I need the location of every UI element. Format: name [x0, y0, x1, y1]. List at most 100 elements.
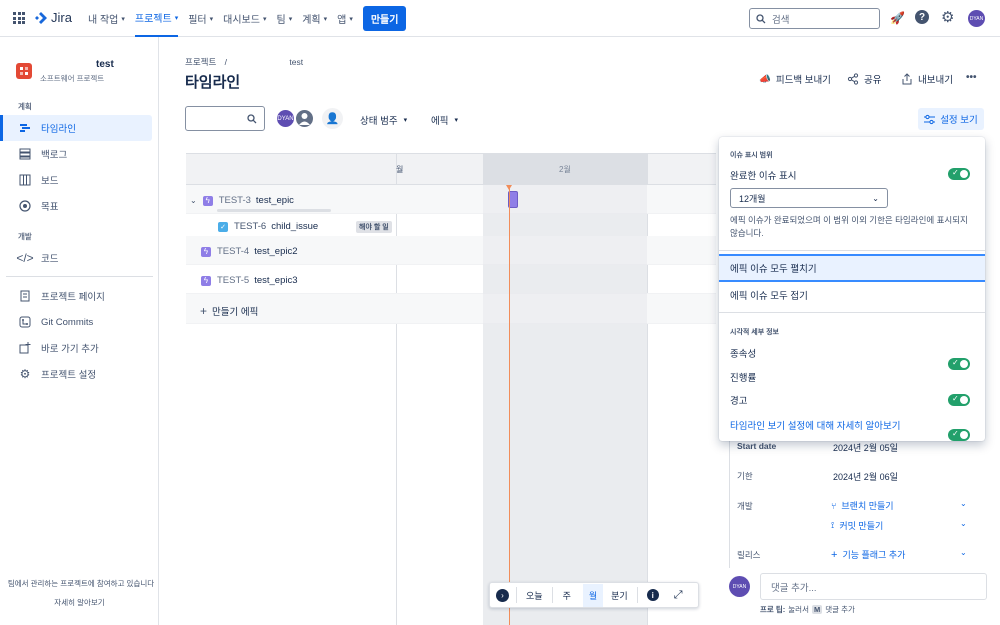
branch-icon: ⑂: [831, 500, 837, 511]
view-settings-button[interactable]: 설정 보기: [918, 108, 984, 130]
due-date-value[interactable]: 2024년 2월 06일: [833, 470, 898, 483]
create-commit-link[interactable]: ⟟ 커밋 만들기: [831, 519, 883, 532]
epic-icon: ϟ: [201, 275, 211, 286]
epic-row-test-4[interactable]: ϟ TEST-4 test_epic2: [201, 246, 298, 257]
more-actions-icon[interactable]: •••: [966, 72, 977, 83]
unassigned-avatar-filter[interactable]: [294, 108, 315, 129]
nav-apps[interactable]: 앱 ▾: [337, 0, 353, 37]
avatar-filter[interactable]: DYAN: [275, 108, 296, 129]
learn-more-link[interactable]: 타임라인 보기 설정에 대해 자세히 알아보기: [730, 418, 901, 432]
add-people-icon[interactable]: 👤: [322, 108, 343, 129]
view-settings-panel: 이슈 표시 범위 완료한 이슈 표시 ✓ 12개월 ⌄ 에픽 이슈가 완료되었으…: [719, 137, 985, 441]
nav-my-work[interactable]: 내 작업 ▾: [88, 0, 125, 37]
issue-key[interactable]: TEST-4: [217, 246, 249, 257]
chevron-down-icon[interactable]: ⌄: [960, 519, 967, 528]
issue-summary[interactable]: test_epic: [256, 195, 294, 206]
settings-icon: ⚙: [19, 367, 31, 381]
status-category-filter[interactable]: 상태 범주 ▾: [360, 113, 407, 127]
nav-teams[interactable]: 팀 ▾: [276, 0, 292, 37]
chevron-down-icon[interactable]: ⌄: [960, 548, 967, 557]
help-icon[interactable]: ?: [915, 10, 929, 24]
nav-filters[interactable]: 필터 ▾: [188, 0, 213, 37]
sidebar-item-add-shortcut[interactable]: 바로 가기 추가: [0, 335, 159, 361]
sidebar-item-project-pages[interactable]: 프로젝트 페이지: [0, 283, 159, 309]
section-plan: 계획: [18, 101, 32, 111]
project-name[interactable]: test: [96, 59, 114, 70]
sidebar-item-board[interactable]: 보드: [0, 167, 159, 193]
issue-key[interactable]: TEST-6: [234, 221, 266, 232]
breadcrumb-projects[interactable]: 프로젝트: [185, 57, 216, 67]
fullscreen-icon[interactable]: ⤢: [674, 589, 683, 602]
collapse-all-epics-option[interactable]: 에픽 이슈 모두 접기: [719, 283, 985, 307]
development-label: 개발: [737, 501, 753, 511]
notifications-icon[interactable]: 🚀: [890, 11, 905, 25]
month-button[interactable]: 월: [582, 583, 604, 607]
dependencies-toggle[interactable]: ✓: [948, 358, 970, 370]
sidebar-item-project-settings[interactable]: ⚙ 프로젝트 설정: [0, 361, 159, 387]
sidebar-item-timeline[interactable]: 타임라인: [0, 115, 152, 141]
chevron-right-icon[interactable]: ›: [496, 588, 509, 602]
sidebar-item-backlog[interactable]: 백로그: [0, 141, 159, 167]
feedback-button[interactable]: 📣 피드백 보내기: [759, 72, 831, 87]
megaphone-icon: 📣: [759, 73, 771, 85]
issue-summary[interactable]: test_epic2: [254, 246, 297, 257]
issue-key[interactable]: TEST-5: [217, 275, 249, 286]
export-button[interactable]: 내보내기: [901, 72, 953, 86]
search-input[interactable]: 검색: [749, 8, 880, 29]
epic-row-test-3[interactable]: ⌄ ϟ TEST-3 test_epic: [190, 195, 294, 206]
create-button[interactable]: 만들기: [362, 6, 407, 31]
week-button[interactable]: 주: [563, 589, 571, 602]
expand-all-epics-option[interactable]: 에픽 이슈 모두 펼치기: [719, 254, 985, 282]
sidebar-item-git-commits[interactable]: Git Commits: [0, 309, 159, 335]
timeline-icon: [18, 121, 32, 135]
nav-dashboards[interactable]: 대시보드 ▾: [223, 0, 266, 37]
add-feature-flag-link[interactable]: + 기능 플래그 추가: [831, 548, 905, 561]
today-button[interactable]: 오늘: [526, 589, 543, 602]
sliders-icon: [924, 114, 936, 124]
avatar[interactable]: DYAN: [968, 10, 985, 27]
progress-toggle[interactable]: ✓: [948, 394, 970, 406]
comment-input[interactable]: 댓글 추가...: [760, 573, 987, 600]
chevron-down-icon: ▾: [174, 14, 179, 22]
sidebar-item-code[interactable]: </> 코드: [0, 245, 159, 271]
range-select[interactable]: 12개월 ⌄: [730, 188, 888, 208]
start-date-value[interactable]: 2024년 2월 05일: [833, 441, 898, 454]
breadcrumb-project[interactable]: test: [289, 57, 303, 67]
app-name: Jira: [51, 10, 72, 25]
chevron-down-icon[interactable]: ⌄: [960, 499, 967, 508]
person-icon: [299, 113, 310, 125]
create-branch-link[interactable]: ⑂ 브랜치 만들기: [831, 499, 894, 512]
backlog-icon: [18, 147, 32, 161]
show-completed-toggle[interactable]: ✓: [948, 168, 970, 180]
issue-summary[interactable]: test_epic3: [254, 275, 297, 286]
progress-label: 진행률: [730, 373, 757, 384]
breadcrumb: 프로젝트 / test: [185, 57, 304, 67]
status-badge[interactable]: 해야 할 일: [356, 221, 392, 233]
sidebar-footer-link[interactable]: 자세히 알아보기: [0, 597, 159, 608]
quarter-button[interactable]: 분기: [611, 589, 628, 602]
epic-filter[interactable]: 에픽 ▾: [431, 113, 458, 127]
nav-projects[interactable]: 프로젝트 ▾: [134, 0, 179, 37]
jira-logo-icon: [35, 11, 47, 24]
search-icon: [247, 113, 257, 123]
sidebar-item-goals[interactable]: 목표: [0, 193, 159, 219]
create-epic-button[interactable]: + 만들기 에픽: [200, 304, 258, 318]
issue-summary[interactable]: child_issue: [271, 221, 318, 232]
info-icon[interactable]: i: [646, 589, 659, 601]
epic-row-test-5[interactable]: ϟ TEST-5 test_epic3: [201, 275, 298, 286]
child-row-test-6[interactable]: ✓ TEST-6 child_issue: [218, 221, 318, 232]
gear-icon[interactable]: ⚙: [941, 8, 954, 26]
range-help-text: 에픽 이슈가 완료되었으며 이 범위 이외 기한은 타임라인에 표시되지 않습니…: [730, 215, 968, 238]
chevron-down-icon[interactable]: ⌄: [190, 196, 197, 205]
share-button[interactable]: 공유: [847, 72, 881, 86]
goals-icon: [18, 199, 32, 213]
jira-logo[interactable]: Jira: [34, 10, 72, 25]
nav-plans[interactable]: 계획 ▾: [302, 0, 327, 37]
timeline-search-input[interactable]: [185, 106, 265, 131]
issue-key[interactable]: TEST-3: [219, 195, 251, 206]
due-date-label: 기한: [737, 471, 753, 481]
app-switcher-icon[interactable]: [13, 12, 25, 24]
chevron-down-icon: ▾: [121, 15, 125, 23]
warnings-toggle[interactable]: ✓: [948, 429, 970, 441]
chevron-down-icon: ▾: [323, 15, 328, 23]
